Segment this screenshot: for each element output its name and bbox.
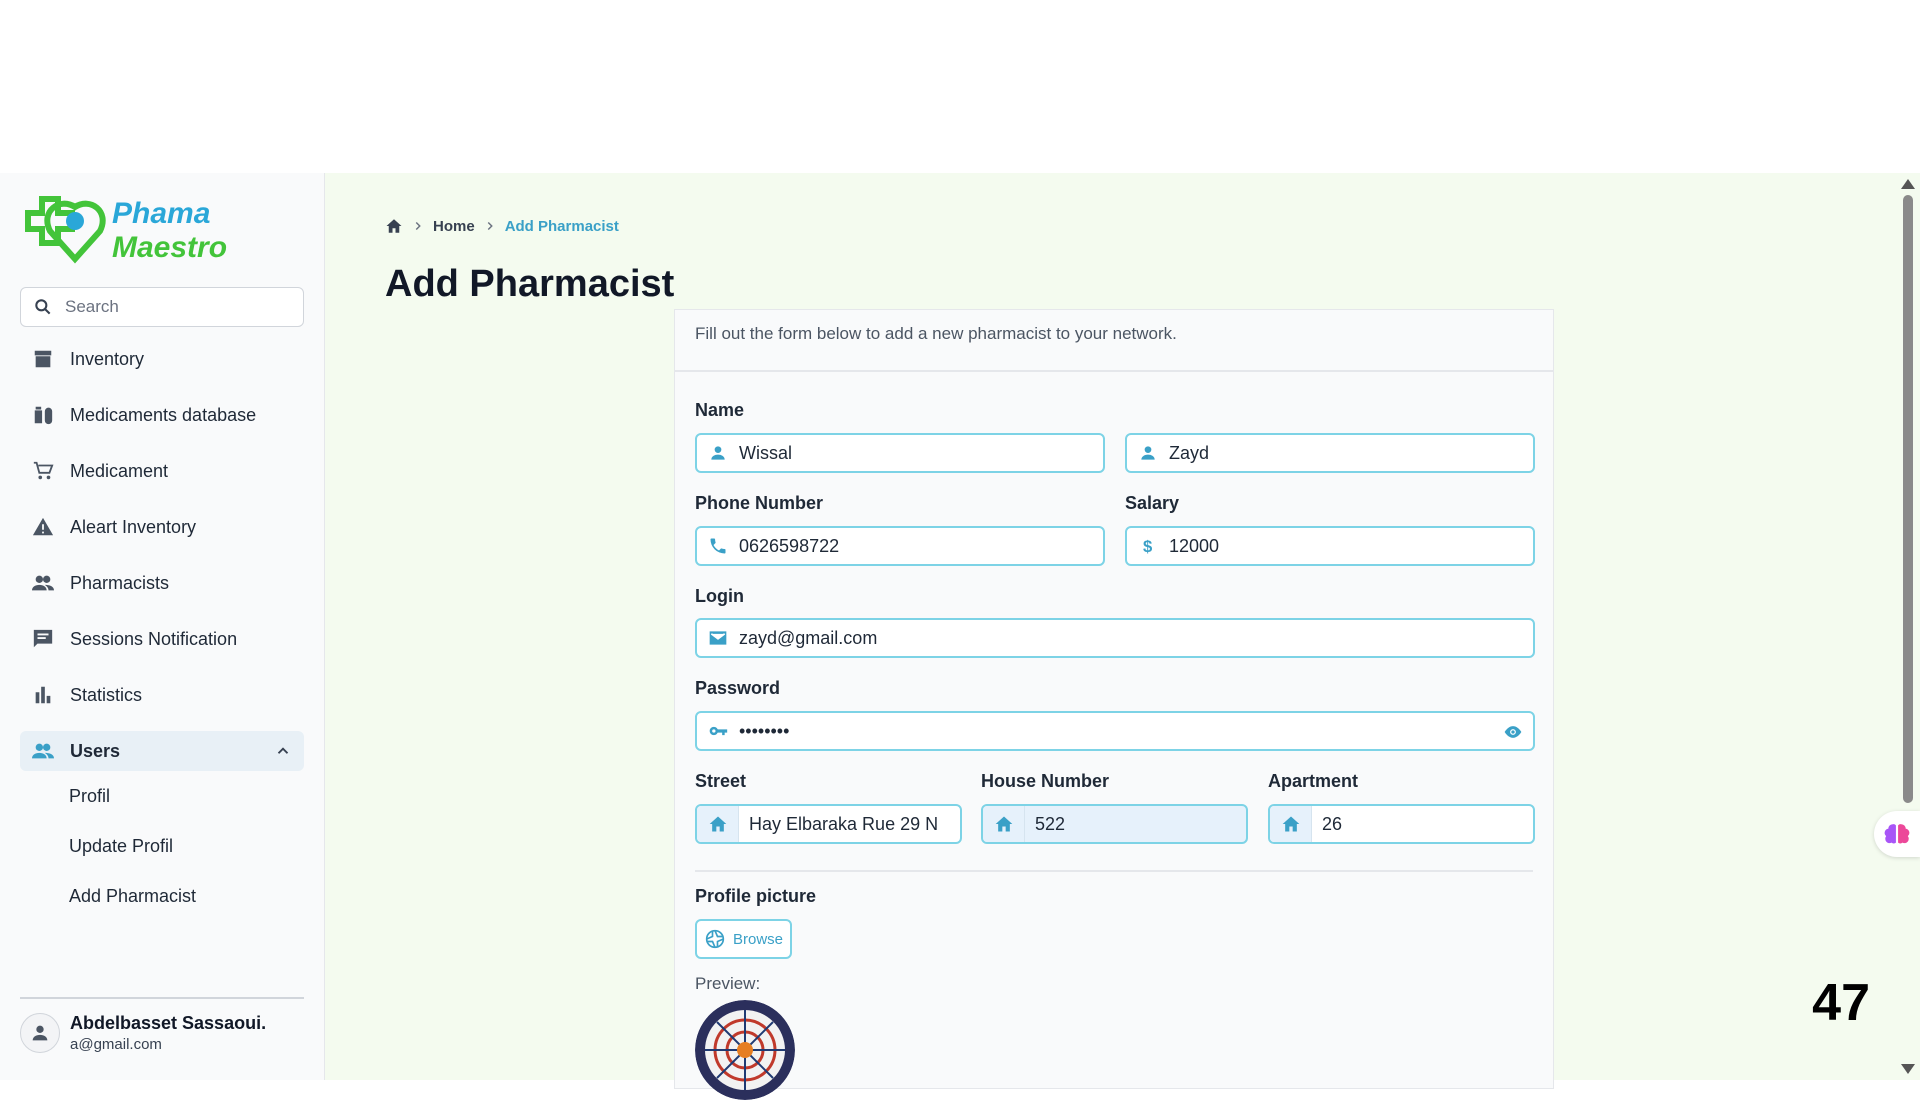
- chat-icon: [33, 629, 53, 648]
- user-name: Abdelbasset Sassaoui.: [70, 1013, 267, 1033]
- warning-icon: [32, 517, 54, 536]
- form-description: Fill out the form below to add a new pha…: [675, 310, 1553, 372]
- brain-icon: [1884, 824, 1910, 844]
- bar-chart-icon: [35, 686, 51, 704]
- sidebar-item-medicament[interactable]: Medicament: [20, 443, 304, 499]
- preview-label: Preview:: [695, 974, 761, 993]
- chevron-up-icon[interactable]: [274, 742, 292, 760]
- user-profile[interactable]: Abdelbasset Sassaoui. a@gmail.com: [20, 997, 304, 1053]
- scroll-up-arrow[interactable]: [1901, 179, 1915, 189]
- archive-icon: [34, 350, 52, 368]
- street-label: Street: [695, 771, 747, 791]
- sidebar-item-label: Sessions Notification: [70, 628, 238, 649]
- login-label: Login: [695, 586, 744, 606]
- sidebar-subitem-add-pharmacist[interactable]: Add Pharmacist: [20, 871, 304, 921]
- profile-picture-label: Profile picture: [695, 886, 817, 906]
- home-icon: [709, 816, 726, 832]
- user-email: a@gmail.com: [70, 1036, 162, 1053]
- house-number-field[interactable]: 522: [981, 804, 1248, 844]
- search-icon: [35, 299, 51, 315]
- breadcrumb: Home Add Pharmacist: [385, 217, 619, 235]
- street-field[interactable]: Hay Elbaraka Rue 29 N: [695, 804, 962, 844]
- sidebar-item-aleart-inventory[interactable]: Aleart Inventory: [20, 499, 304, 555]
- sidebar: Phama Maestro Inventory Medicaments data…: [0, 173, 325, 1080]
- sidebar-nav: Inventory Medicaments database Medicamen…: [20, 331, 304, 921]
- sidebar-subitem-update-profil[interactable]: Update Profil: [20, 821, 304, 871]
- sidebar-item-label: Users: [70, 740, 121, 761]
- avatar: [20, 1013, 60, 1053]
- person-icon: [1141, 446, 1155, 460]
- page-title: Add Pharmacist: [385, 263, 675, 305]
- scrollbar[interactable]: [1895, 173, 1920, 1080]
- sidebar-item-label: Pharmacists: [70, 572, 170, 593]
- house-number-label: House Number: [981, 771, 1110, 791]
- apartment-field[interactable]: 26: [1268, 804, 1535, 844]
- mail-icon: [709, 631, 727, 645]
- svg-text:$: $: [1143, 537, 1153, 556]
- form-divider: [695, 870, 1533, 872]
- sidebar-item-inventory[interactable]: Inventory: [20, 331, 304, 387]
- profile-picture-preview: [695, 1000, 795, 1100]
- sidebar-item-users[interactable]: Users: [20, 731, 304, 771]
- eye-icon[interactable]: [1503, 722, 1523, 742]
- sidebar-item-label: Inventory: [70, 348, 145, 369]
- first-name-field[interactable]: Wissal: [695, 433, 1105, 473]
- breadcrumb-current[interactable]: Add Pharmacist: [505, 218, 619, 235]
- svg-text:Phama: Phama: [112, 197, 210, 230]
- home-icon[interactable]: [385, 217, 403, 235]
- browse-button[interactable]: Browse: [695, 919, 792, 959]
- search-box[interactable]: [20, 287, 304, 327]
- main-content: Home Add Pharmacist Add Pharmacist Fill …: [325, 173, 1920, 1100]
- app-shell: Phama Maestro Inventory Medicaments data…: [0, 173, 1920, 1100]
- home-icon: [1282, 816, 1299, 832]
- camera-shutter-icon: [705, 929, 725, 949]
- sidebar-item-label: Medicament: [70, 460, 169, 481]
- scroll-thumb[interactable]: [1903, 195, 1913, 803]
- sidebar-item-pharmacists[interactable]: Pharmacists: [20, 555, 304, 611]
- top-blank-band: [0, 0, 1920, 173]
- brand-logo[interactable]: Phama Maestro: [20, 191, 250, 265]
- password-field[interactable]: ••••••••: [695, 711, 1535, 751]
- breadcrumb-home[interactable]: Home: [433, 218, 475, 235]
- home-icon: [995, 816, 1012, 832]
- search-input[interactable]: [65, 297, 285, 317]
- salary-label: Salary: [1125, 493, 1180, 513]
- overlay-number: 47: [1812, 974, 1870, 1032]
- name-label: Name: [695, 400, 745, 420]
- assistant-button[interactable]: [1874, 811, 1920, 857]
- sidebar-item-label: Statistics: [70, 684, 143, 705]
- people-icon: [32, 743, 54, 759]
- chevron-right-icon: [415, 221, 421, 231]
- sidebar-item-sessions-notification[interactable]: Sessions Notification: [20, 611, 304, 667]
- medication-icon: [34, 406, 53, 425]
- sidebar-subitem-profil[interactable]: Profil: [20, 771, 304, 821]
- last-name-field[interactable]: Zayd: [1125, 433, 1535, 473]
- people-icon: [32, 575, 54, 591]
- person-icon: [711, 446, 725, 460]
- apartment-label: Apartment: [1268, 771, 1359, 791]
- sidebar-item-label: Aleart Inventory: [70, 516, 197, 537]
- sidebar-item-medicaments-database[interactable]: Medicaments database: [20, 387, 304, 443]
- add-pharmacist-form: Fill out the form below to add a new pha…: [674, 309, 1554, 1100]
- scroll-down-arrow[interactable]: [1901, 1064, 1915, 1074]
- phone-label: Phone Number: [695, 493, 824, 513]
- login-field[interactable]: zayd@gmail.com: [695, 618, 1535, 658]
- cart-icon: [33, 461, 54, 480]
- chevron-right-icon: [487, 221, 493, 231]
- svg-text:Maestro: Maestro: [112, 231, 227, 264]
- phone-field[interactable]: 0626598722: [695, 526, 1105, 566]
- key-icon: [709, 726, 728, 736]
- person-icon: [32, 1025, 48, 1041]
- salary-field[interactable]: $ 12000: [1125, 526, 1535, 566]
- dollar-icon: $: [1143, 537, 1153, 556]
- sidebar-item-label: Medicaments database: [70, 404, 257, 425]
- phone-icon: [710, 538, 726, 554]
- sidebar-item-statistics[interactable]: Statistics: [20, 667, 304, 723]
- password-label: Password: [695, 678, 781, 698]
